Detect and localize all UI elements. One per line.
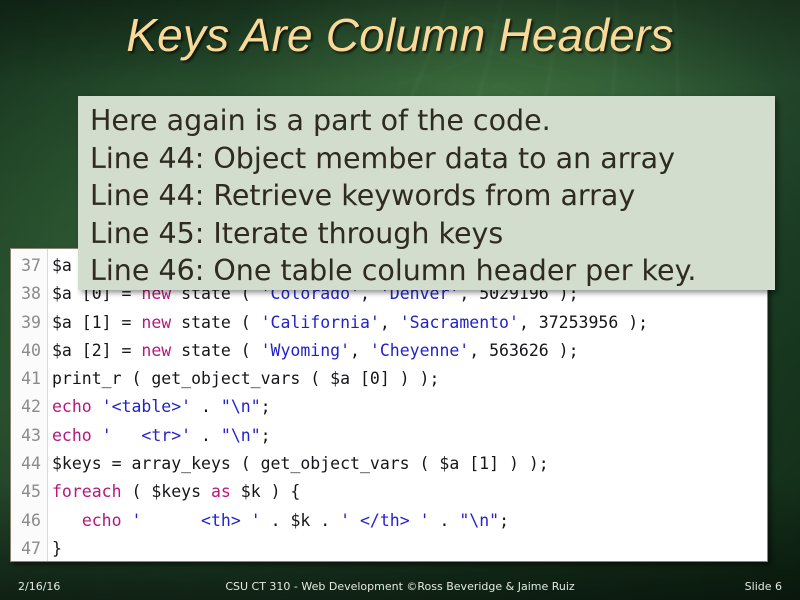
code-token-kw: echo bbox=[52, 397, 92, 417]
code-line-content: echo '<table>' . "\n"; bbox=[52, 397, 271, 416]
explanation-line: Line 45: Iterate through keys bbox=[90, 216, 504, 250]
code-line-content: echo ' <tr>' . "\n"; bbox=[52, 426, 271, 445]
footer-slide-number: Slide 6 bbox=[744, 580, 782, 593]
code-token-plain: } bbox=[52, 538, 62, 558]
code-line-number: 43 bbox=[21, 425, 41, 445]
code-token-plain: $a [1] = bbox=[52, 312, 142, 332]
explanation-line: Here again is a part of the code. bbox=[90, 104, 551, 137]
code-line-number: 46 bbox=[21, 510, 41, 530]
explanation-text-list: Here again is a part of the code. Line 44… bbox=[78, 96, 775, 290]
code-token-plain: print_r ( get_object_vars ( $a [0] ) ); bbox=[52, 369, 440, 389]
code-token-plain: $a [2] = bbox=[52, 340, 142, 360]
code-token-str: '<table>' bbox=[101, 397, 192, 417]
code-token-str: 'Wyoming' bbox=[260, 340, 351, 360]
explanation-line: Line 44: Retrieve keywords from array bbox=[90, 179, 636, 212]
code-token-plain: , bbox=[379, 312, 400, 332]
code-line-number: 37 bbox=[21, 256, 41, 275]
code-token-plain: ( $keys bbox=[121, 482, 211, 502]
code-token-str: "\n" bbox=[220, 397, 261, 417]
code-token-str: ' </th> ' bbox=[340, 510, 430, 530]
code-token-plain: ; bbox=[260, 425, 271, 445]
slide-footer: 2/16/16 CSU CT 310 - Web Development ©Ro… bbox=[0, 574, 800, 600]
code-token-plain: . bbox=[191, 425, 221, 445]
code-line-content: echo ' <th> ' . $k . ' </th> ' . "\n"; bbox=[52, 511, 509, 530]
code-line-number: 40 bbox=[21, 340, 41, 360]
code-token-kw: echo bbox=[81, 510, 122, 530]
code-line-content: $keys = array_keys ( get_object_vars ( $… bbox=[52, 454, 549, 473]
code-panel[interactable]: 37$a = array ();38$a [0] = new state ( '… bbox=[10, 248, 768, 562]
code-line-content: $a [2] = new state ( 'Wyoming', 'Cheyenn… bbox=[52, 341, 579, 360]
code-token-kw: foreach bbox=[52, 482, 122, 502]
code-line-number: 45 bbox=[21, 482, 41, 502]
page-title: Keys Are Column Headers bbox=[126, 9, 674, 61]
code-token-plain: , bbox=[350, 340, 370, 360]
code-token-str: ' <tr>' bbox=[101, 425, 192, 445]
code-line: 41 print_r ( get_object_vars ( $a [0] ) )… bbox=[11, 365, 767, 393]
code-token-plain: , 563626 ); bbox=[469, 340, 579, 360]
code-line-number: 39 bbox=[21, 312, 41, 332]
code-line-content: $a [1] = new state ( 'California', 'Sacr… bbox=[52, 313, 648, 332]
code-line-content: print_r ( get_object_vars ( $a [0] ) ); bbox=[52, 369, 439, 388]
code-line: 40 $a [2] = new state ( 'Wyoming', 'Cheye… bbox=[11, 337, 767, 365]
code-token-str: 'Sacramento' bbox=[399, 312, 519, 332]
code-token-str: "\n" bbox=[459, 510, 500, 530]
code-listing: 37$a = array ();38$a [0] = new state ( '… bbox=[11, 249, 767, 561]
code-token-plain: state ( bbox=[171, 340, 261, 360]
code-line: 45 foreach ( $keys as $k ) { bbox=[11, 478, 767, 506]
code-line: 47} bbox=[11, 535, 767, 561]
code-token-plain: . $k . bbox=[260, 510, 341, 530]
code-line-content: foreach ( $keys as $k ) { bbox=[52, 482, 300, 501]
explanation-textbox: Here again is a part of the code. Line 44… bbox=[78, 96, 775, 290]
slide-canvas: Keys Are Column Headers 37$a = array ();… bbox=[0, 0, 800, 600]
code-token-str: 'Cheyenne' bbox=[369, 340, 470, 360]
code-line: 43 echo ' <tr>' . "\n"; bbox=[11, 422, 767, 450]
code-line: 42 echo '<table>' . "\n"; bbox=[11, 393, 767, 421]
code-token-plain: . bbox=[429, 510, 460, 530]
code-line: 44 $keys = array_keys ( get_object_vars (… bbox=[11, 450, 767, 478]
code-line-number: 42 bbox=[21, 397, 41, 417]
code-line-number: 38 bbox=[21, 284, 41, 304]
code-token-kw: as bbox=[210, 482, 231, 502]
code-token-plain: state ( bbox=[171, 312, 261, 332]
code-line: 46 echo ' <th> ' . $k . ' </th> ' . "\n"… bbox=[11, 507, 767, 535]
code-line-number: 44 bbox=[21, 454, 41, 474]
code-token-str: ' <th> ' bbox=[131, 510, 261, 530]
footer-course-credit: CSU CT 310 - Web Development ©Ross Bever… bbox=[225, 580, 575, 593]
code-token-plain: . bbox=[191, 397, 221, 417]
code-token-plain: , 37253956 ); bbox=[518, 312, 649, 332]
code-line-content: } bbox=[52, 539, 62, 558]
explanation-line: Line 46: One table column header per key… bbox=[90, 254, 697, 287]
code-token-kw: new bbox=[141, 312, 172, 332]
code-line: 39 $a [1] = new state ( 'California', 'Sa… bbox=[11, 309, 767, 337]
code-token-str: "\n" bbox=[220, 425, 261, 445]
code-token-plain: $k ) { bbox=[230, 482, 301, 502]
code-token-plain: ; bbox=[499, 510, 510, 530]
code-token-str: 'California' bbox=[260, 312, 380, 332]
code-line-number: 47 bbox=[21, 538, 41, 558]
code-token-kw: echo bbox=[52, 425, 92, 445]
code-token-plain: $keys = array_keys ( get_object_vars ( $… bbox=[52, 454, 549, 474]
code-line-number: 41 bbox=[21, 369, 41, 389]
explanation-line: Line 44: Object member data to an array bbox=[90, 141, 675, 175]
code-token-kw: new bbox=[141, 340, 172, 360]
code-token-plain: ; bbox=[260, 397, 271, 417]
